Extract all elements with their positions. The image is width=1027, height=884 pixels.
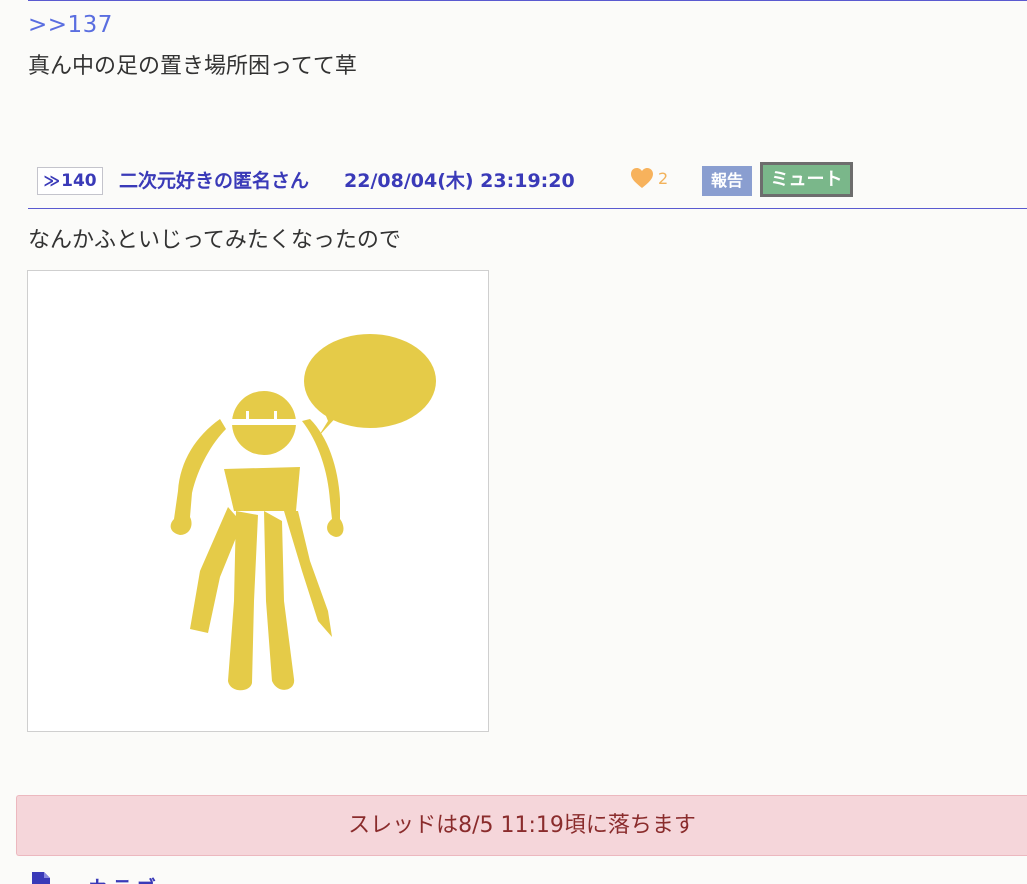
reply-anchor-link[interactable]: >>137 [28, 12, 113, 38]
figure-eye-left [246, 411, 249, 419]
reply-arrow-icon: ≫ [43, 171, 61, 190]
document-icon [32, 872, 50, 884]
post-header: ≫140 二次元好きの匿名さん 22/08/04(木) 23:19:20 2 報… [28, 158, 1027, 209]
poster-name: 二次元好きの匿名さん [119, 170, 310, 192]
thread-expiry-notice: スレッドは8/5 11:19頃に落ちます [16, 795, 1027, 856]
figure-far-right-leg [284, 511, 332, 637]
post-number-button[interactable]: ≫140 [37, 167, 103, 195]
like-button[interactable]: 2 [630, 166, 668, 190]
category-label[interactable]: カテゴ [88, 872, 160, 884]
mute-button[interactable]: ミュート [760, 162, 853, 197]
figure-right-arm [302, 419, 344, 537]
figure-torso [224, 467, 300, 511]
post-date: 22/08/04(木) 23:19:20 [344, 170, 575, 192]
post-body-text: なんかふといじってみたくなったので [28, 228, 401, 253]
figure-right-leg [264, 511, 295, 690]
figure-eye-right [274, 411, 277, 419]
stick-figure-illustration [170, 334, 436, 691]
speech-bubble-shape [304, 334, 436, 428]
report-button[interactable]: 報告 [702, 166, 752, 196]
post-image[interactable] [27, 270, 489, 732]
like-count: 2 [658, 168, 669, 188]
thread-page: >>137 真ん中の足の置き場所困ってて草 ≫140 二次元好きの匿名さん 22… [0, 0, 1027, 884]
post-number: 140 [61, 171, 97, 191]
figure-left-arm [170, 419, 226, 535]
divider [28, 0, 1027, 1]
heart-icon [631, 168, 653, 188]
previous-post-text: 真ん中の足の置き場所困ってて草 [28, 54, 357, 79]
figure-face-band [228, 419, 298, 425]
